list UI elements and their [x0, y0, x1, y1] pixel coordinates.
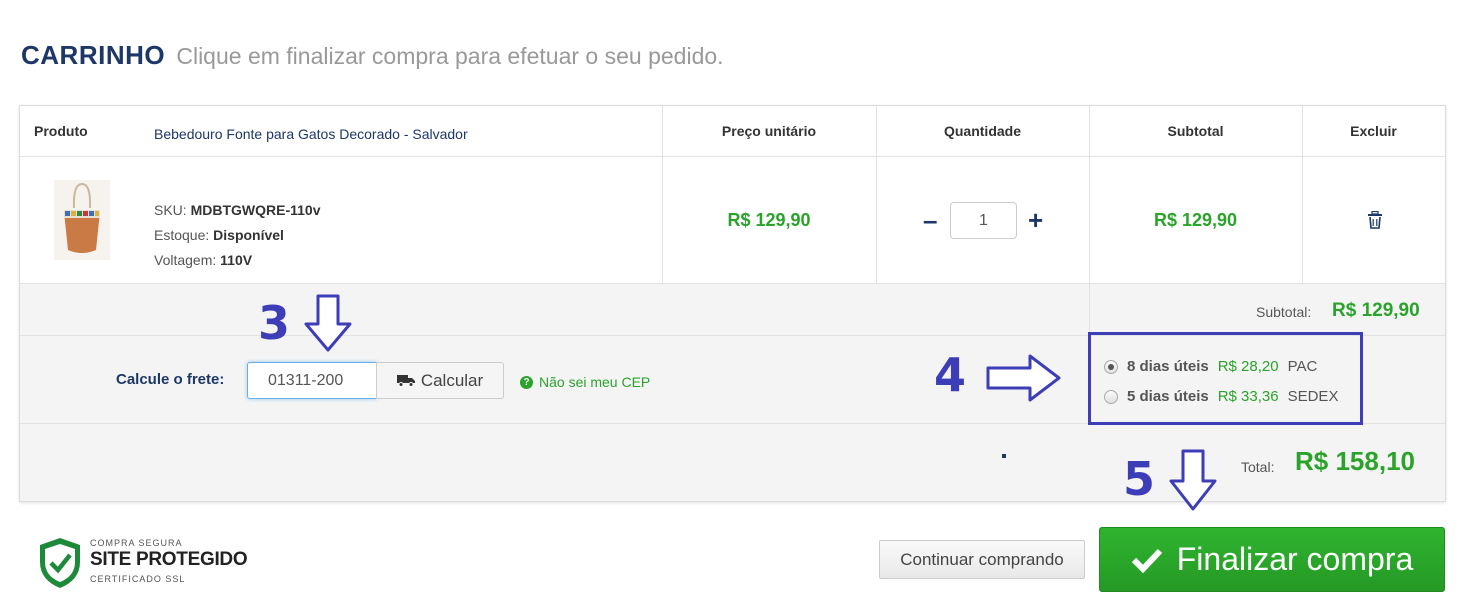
page-title-main: CARRINHO — [21, 40, 166, 70]
product-name-link[interactable]: Bebedouro Fonte para Gatos Decorado - Sa… — [154, 126, 468, 142]
annotation-highlight-box — [1088, 332, 1363, 425]
calculate-shipping-button[interactable]: Calcular — [376, 362, 504, 399]
cep-input[interactable] — [247, 362, 377, 399]
voltage-label: Voltagem: — [154, 252, 217, 268]
product-sku: SKU: MDBTGWQRE-110v — [154, 202, 321, 218]
seal-line-3: CERTIFICADO SSL — [90, 574, 186, 584]
shipping-label: Calcule o frete: — [116, 371, 225, 388]
checkout-label: Finalizar compra — [1176, 541, 1414, 577]
checkout-button[interactable]: Finalizar compra — [1099, 527, 1445, 592]
page-title: CARRINHO Clique em finalizar compra para… — [21, 40, 724, 71]
subtotal-label: Subtotal: — [1256, 304, 1312, 320]
checkmark-icon — [1131, 548, 1162, 573]
continue-shopping-button[interactable]: Continuar comprando — [879, 540, 1085, 579]
arrow-down-icon — [304, 294, 352, 352]
calculate-label: Calcular — [420, 370, 484, 390]
page-subtitle: Clique em finalizar compra para efetuar … — [176, 43, 724, 69]
header-product: Produto — [34, 123, 88, 139]
qty-decrease-button[interactable]: – — [923, 207, 937, 233]
qty-increase-button[interactable]: + — [1028, 207, 1043, 233]
header-remove: Excluir — [1350, 123, 1397, 139]
sku-value: MDBTGWQRE-110v — [190, 202, 321, 218]
product-thumbnail-icon[interactable] — [54, 180, 110, 260]
voltage-value: 110V — [220, 252, 253, 268]
subtotal-value: R$ 129,90 — [1332, 300, 1420, 321]
total-label: Total: — [1241, 459, 1275, 475]
shield-check-icon — [40, 538, 80, 588]
header-unit-price: Preço unitário — [721, 123, 817, 139]
arrow-down-icon — [1169, 449, 1217, 511]
cep-help-label: Não sei meu CEP — [539, 374, 651, 390]
seal-line-1: COMPRA SEGURA — [90, 538, 183, 548]
stock-value: Disponível — [213, 227, 284, 243]
annotation-step-3: 3 — [258, 296, 291, 350]
quantity-field[interactable] — [950, 202, 1017, 239]
stray-dot — [1002, 454, 1006, 458]
cart-table: Produto Preço unitário Quantidade Subtot… — [19, 105, 1446, 502]
unit-price: R$ 129,90 — [727, 210, 811, 230]
question-icon: ? — [520, 375, 533, 389]
stock-label: Estoque: — [154, 227, 210, 243]
item-subtotal: R$ 129,90 — [1153, 210, 1238, 230]
sku-label: SKU: — [154, 202, 187, 218]
arrow-right-icon — [986, 354, 1061, 402]
trash-icon[interactable] — [1367, 211, 1383, 229]
product-stock: Estoque: Disponível — [154, 227, 284, 243]
annotation-step-5: 5 — [1123, 452, 1156, 506]
header-subtotal: Subtotal — [1167, 123, 1224, 139]
truck-icon — [396, 375, 415, 387]
seal-line-2: SITE PROTEGIDO — [90, 549, 248, 570]
total-value: R$ 158,10 — [1295, 446, 1415, 476]
cep-help-link[interactable]: ? Não sei meu CEP — [520, 374, 650, 390]
header-quantity: Quantidade — [943, 123, 1021, 139]
product-voltage: Voltagem: 110V — [154, 252, 252, 268]
subtotal-row — [20, 284, 1445, 336]
annotation-step-4: 4 — [934, 348, 967, 402]
